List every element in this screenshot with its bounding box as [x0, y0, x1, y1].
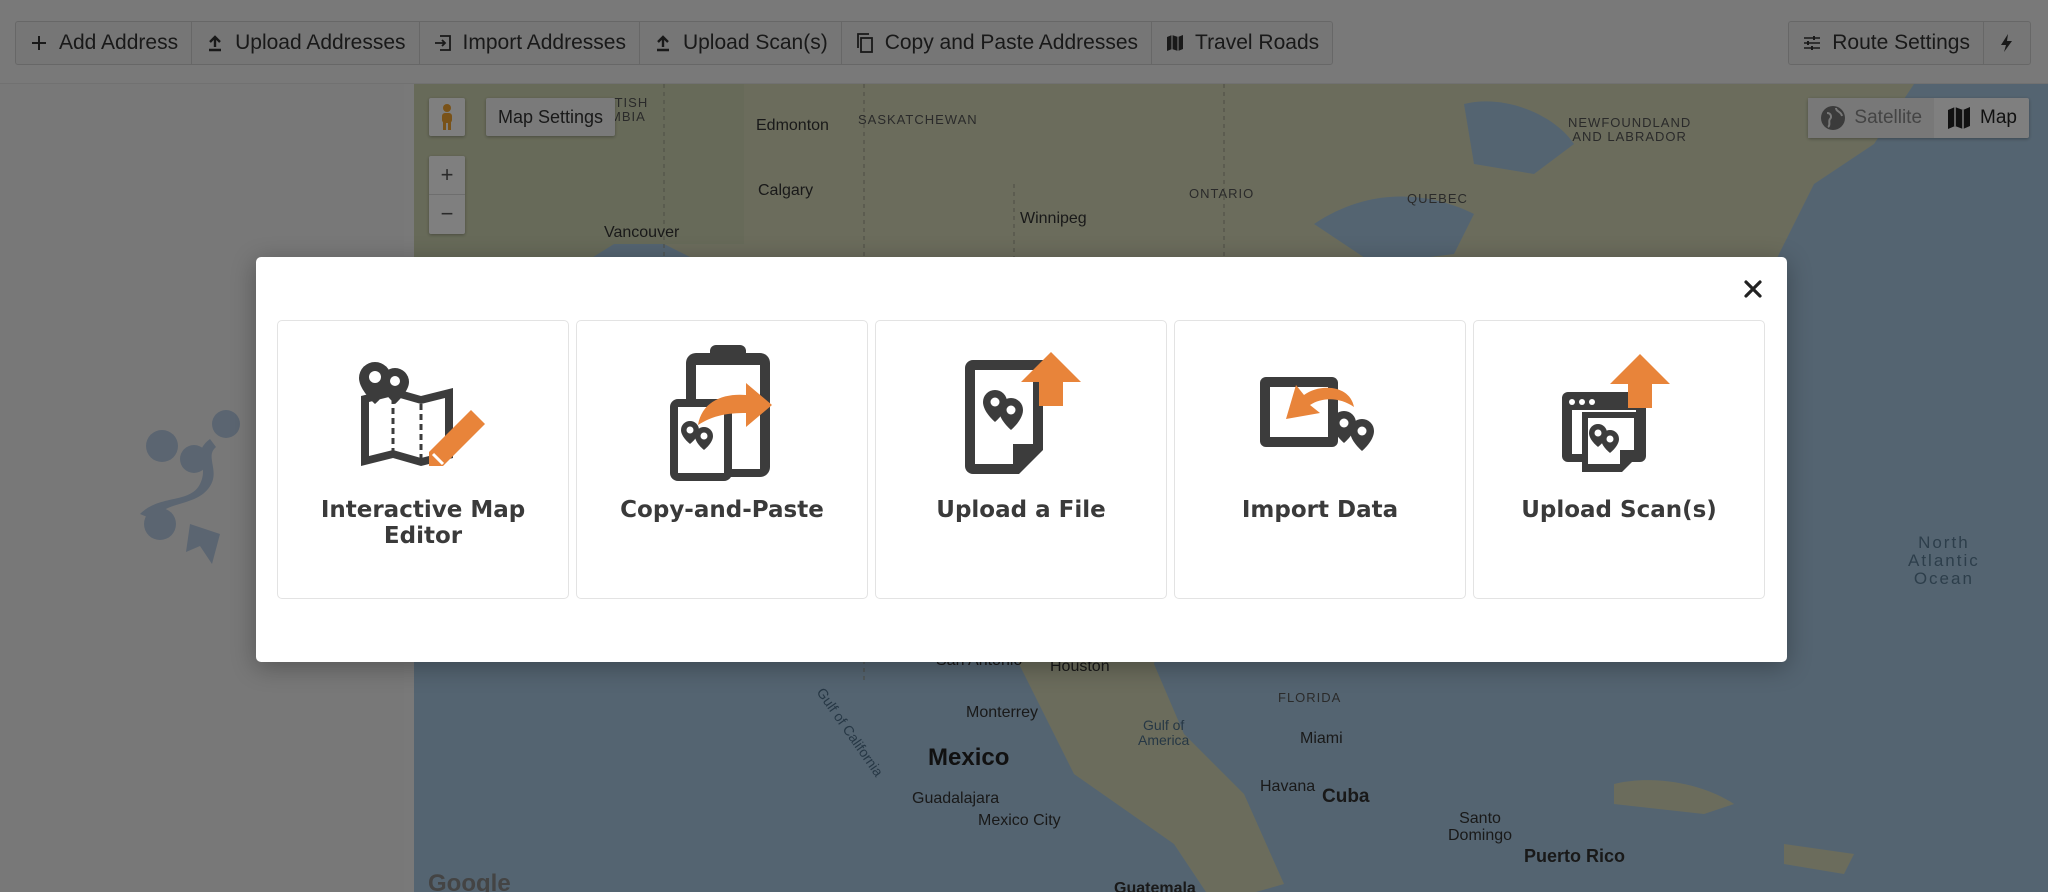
option-label: Import Data: [1241, 497, 1399, 523]
option-cards: Interactive Map Editor Copy-and-Paste Up…: [277, 320, 1765, 599]
option-label: Upload Scan(s): [1521, 497, 1717, 523]
import-data-card[interactable]: Import Data: [1174, 320, 1466, 599]
map-editor-icon: [359, 362, 485, 466]
interactive-map-editor-card[interactable]: Interactive Map Editor: [277, 320, 569, 599]
import-data-icon: [1260, 377, 1374, 451]
upload-scans-card[interactable]: Upload Scan(s): [1473, 320, 1765, 599]
option-label: Upload a File: [936, 497, 1106, 523]
option-label: Copy-and-Paste: [620, 497, 824, 523]
option-label: Interactive Map Editor: [320, 497, 526, 549]
clipboard-paste-icon: [670, 345, 772, 481]
add-addresses-dialog: Interactive Map Editor Copy-and-Paste Up…: [256, 257, 1787, 662]
file-upload-icon: [965, 352, 1081, 474]
upload-a-file-card[interactable]: Upload a File: [875, 320, 1167, 599]
close-icon[interactable]: [1738, 274, 1768, 304]
copy-and-paste-card[interactable]: Copy-and-Paste: [576, 320, 868, 599]
scan-upload-icon: [1562, 354, 1670, 472]
